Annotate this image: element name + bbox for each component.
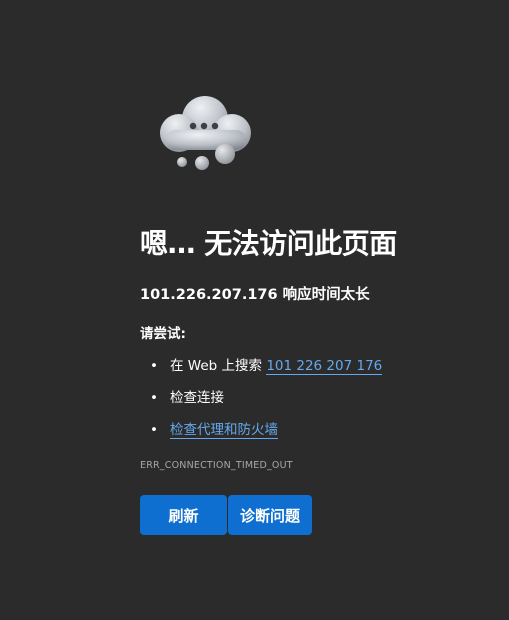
suggestion-prefix: 在 Web 上搜索 xyxy=(170,358,267,374)
bullet: • xyxy=(150,358,158,374)
suggestion-check-connection: • 检查连接 xyxy=(140,387,480,409)
error-content: 嗯… 无法访问此页面 101.226.207.176 响应时间太长 请尝试: •… xyxy=(140,222,480,535)
error-page: 嗯… 无法访问此页面 101.226.207.176 响应时间太长 请尝试: •… xyxy=(0,0,509,620)
suggestion-list: • 在 Web 上搜索 101 226 207 176 • 检查连接 • 检查代… xyxy=(140,355,480,441)
bullet: • xyxy=(150,390,158,406)
search-web-link[interactable]: 101 226 207 176 xyxy=(266,358,383,375)
suggestion-search-web: • 在 Web 上搜索 101 226 207 176 xyxy=(140,355,480,377)
try-label: 请尝试: xyxy=(140,326,186,342)
error-code: ERR_CONNECTION_TIMED_OUT xyxy=(140,460,293,471)
suggestion-check-proxy: • 检查代理和防火墙 xyxy=(140,419,480,441)
page-title: 嗯… 无法访问此页面 xyxy=(140,227,397,260)
button-row: 刷新 诊断问题 xyxy=(140,495,480,535)
check-proxy-firewall-link[interactable]: 检查代理和防火墙 xyxy=(170,422,278,439)
thought-cloud-icon xyxy=(150,92,260,174)
suggestion-text: 检查连接 xyxy=(170,390,224,406)
refresh-button[interactable]: 刷新 xyxy=(140,495,227,535)
bullet: • xyxy=(150,422,158,438)
diagnose-button[interactable]: 诊断问题 xyxy=(228,495,312,535)
error-subtitle: 101.226.207.176 响应时间太长 xyxy=(140,287,370,303)
